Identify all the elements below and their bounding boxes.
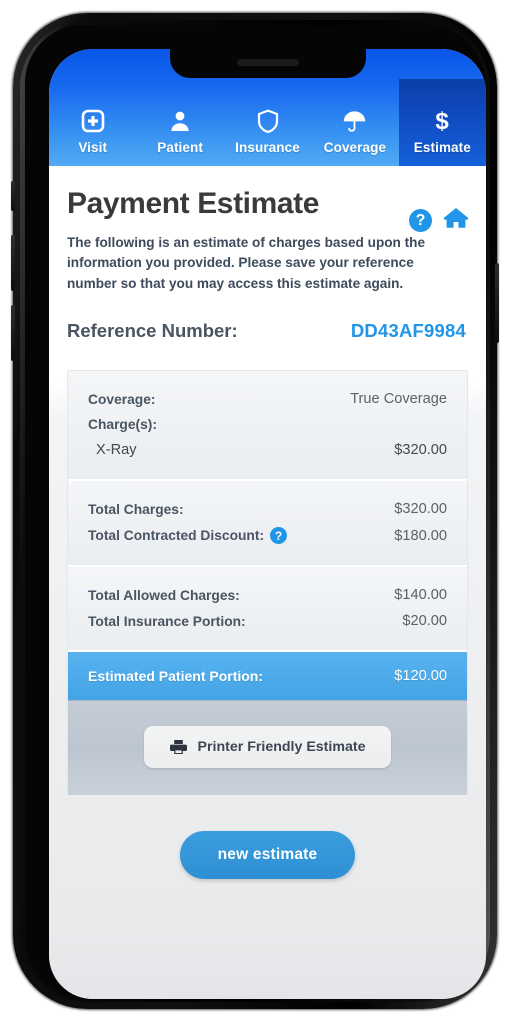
header-actions: ? [409,206,470,235]
total-allowed-row: Total Allowed Charges: $140.00 [88,582,447,608]
nav-item-coverage[interactable]: Coverage [311,79,398,166]
phone-screen: Visit Patient Insurance Coverage $ Estim… [49,49,486,999]
patient-portion-row: Estimated Patient Portion: $120.00 [68,650,467,701]
phone-frame: Visit Patient Insurance Coverage $ Estim… [11,13,499,1009]
power-button[interactable] [495,263,499,343]
nav-label-coverage: Coverage [323,140,387,155]
totals-primary-section: Total Charges: $320.00 Total Contracted … [68,479,467,566]
page-header: Payment Estimate ? The following is an e… [49,166,486,342]
total-discount-label: Total Contracted Discount: ? [88,527,288,545]
home-icon[interactable] [442,206,470,235]
coverage-value: True Coverage [350,391,447,408]
new-estimate-button[interactable]: new estimate [179,831,356,880]
total-discount-row: Total Contracted Discount: ? $180.00 [88,522,447,549]
reference-number-label: Reference Number: [67,320,238,342]
coverage-label: Coverage: [88,391,156,407]
nav-item-patient[interactable]: Patient [136,79,223,166]
printer-icon [169,739,187,755]
total-insurance-row: Total Insurance Portion: $20.00 [88,608,447,634]
patient-portion-label: Estimated Patient Portion: [88,668,264,685]
charge-line-item: X-Ray $320.00 [88,437,447,463]
total-charges-label: Total Charges: [88,501,184,517]
dollar-icon: $ [430,108,454,134]
hospital-icon [81,108,105,134]
charges-header-row: Charge(s): [88,412,447,437]
umbrella-icon [342,108,367,134]
charge-name: X-Ray [96,442,137,459]
shield-icon [256,108,280,134]
svg-text:$: $ [436,108,450,134]
volume-up-button[interactable] [11,235,15,291]
printer-friendly-estimate-button[interactable]: Printer Friendly Estimate [143,726,392,769]
nav-label-visit: Visit [78,140,108,155]
estimate-card: Coverage: True Coverage Charge(s): X-Ray… [67,370,468,796]
new-estimate-wrap: new estimate [49,831,486,880]
reference-number-row: Reference Number: DD43AF9984 [67,320,468,342]
volume-down-button[interactable] [11,305,15,361]
printer-button-label: Printer Friendly Estimate [197,739,366,756]
mute-switch[interactable] [11,181,15,211]
total-insurance-label: Total Insurance Portion: [88,613,246,629]
total-discount-label-text: Total Contracted Discount: [88,528,265,544]
person-icon [168,108,192,134]
nav-label-insurance: Insurance [235,140,300,155]
total-charges-amount: $320.00 [394,501,447,518]
nav-label-estimate: Estimate [413,140,471,155]
charges-label: Charge(s): [88,417,157,433]
nav-item-insurance[interactable]: Insurance [224,79,311,166]
total-allowed-amount: $140.00 [394,587,447,604]
discount-help-icon[interactable]: ? [270,527,288,545]
intro-text: The following is an estimate of charges … [67,234,426,291]
earpiece-speaker [236,59,299,66]
phone-notch [169,49,366,78]
total-allowed-label: Total Allowed Charges: [88,587,240,603]
charge-amount: $320.00 [394,442,447,459]
page-title: Payment Estimate [67,187,320,220]
nav-item-visit[interactable]: Visit [49,79,136,166]
reference-number-value: DD43AF9984 [350,320,466,342]
patient-portion-amount: $120.00 [394,668,447,685]
total-insurance-amount: $20.00 [402,613,447,630]
totals-secondary-section: Total Allowed Charges: $140.00 Total Ins… [68,565,467,651]
nav-label-patient: Patient [157,140,203,155]
nav-item-estimate[interactable]: $ Estimate [398,79,486,166]
coverage-section: Coverage: True Coverage Charge(s): X-Ray… [68,371,467,480]
total-charges-row: Total Charges: $320.00 [88,496,447,522]
coverage-row: Coverage: True Coverage [88,386,447,412]
total-discount-amount: $180.00 [394,527,447,544]
help-circle-icon[interactable]: ? [409,209,432,232]
card-footer: Printer Friendly Estimate [68,700,467,796]
page-content: Payment Estimate ? The following is an e… [49,166,486,999]
screenshot-stage: Visit Patient Insurance Coverage $ Estim… [0,0,510,1022]
